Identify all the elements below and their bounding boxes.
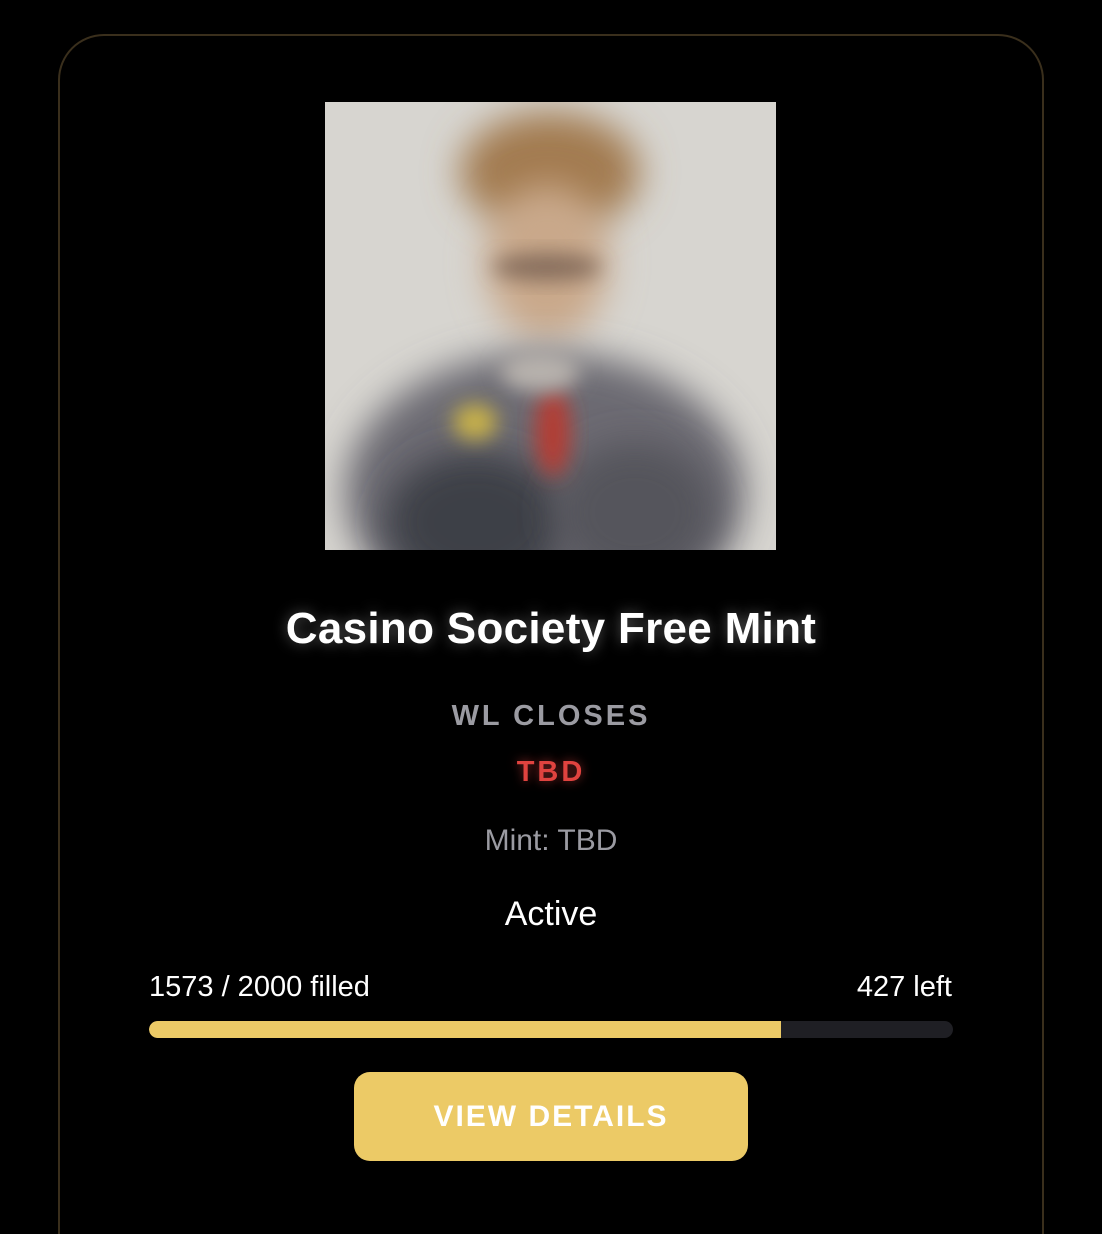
nft-thumbnail-image (325, 102, 776, 550)
blurred-portrait-graphic (325, 102, 776, 550)
progress-bar-fill (149, 1021, 782, 1038)
view-details-button[interactable]: VIEW DETAILS (354, 1072, 748, 1161)
mint-date-text: Mint: TBD (484, 824, 618, 857)
whitelist-closes-value: TBD (516, 756, 586, 788)
filled-count-text: 1573 / 2000 filled (149, 971, 370, 1003)
remaining-count-text: 427 left (856, 971, 952, 1003)
collection-title: Casino Society Free Mint (285, 604, 817, 653)
whitelist-closes-label: WL CLOSES (451, 700, 651, 732)
progress-bar-track (149, 1021, 953, 1038)
status-text: Active (504, 895, 598, 933)
